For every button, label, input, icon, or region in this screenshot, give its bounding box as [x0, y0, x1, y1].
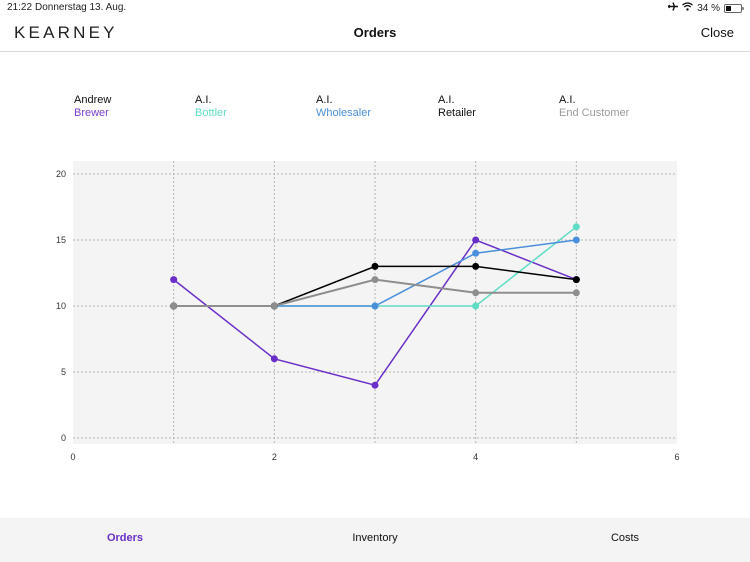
x-tick-label: 6	[674, 452, 679, 462]
close-button[interactable]: Close	[701, 25, 734, 40]
legend-item-end-customer: A.I. End Customer	[559, 94, 629, 120]
data-point-brewer	[170, 276, 178, 284]
legend-item-wholesaler: A.I. Wholesaler	[316, 94, 371, 120]
status-time: 21:22	[7, 2, 33, 13]
data-point-bottler	[472, 302, 480, 310]
nav-bar: KEARNEY Orders Close	[0, 16, 750, 52]
data-point-end-customer	[170, 302, 178, 310]
legend-role: Bottler	[195, 107, 227, 119]
data-point-end-customer	[371, 276, 379, 284]
data-point-wholesaler	[371, 302, 379, 310]
legend-role: Retailer	[438, 107, 476, 119]
data-point-retailer	[572, 276, 580, 284]
legend-owner: A.I.	[316, 94, 333, 106]
y-tick-label: 10	[56, 301, 66, 311]
y-tick-label: 15	[56, 235, 66, 245]
status-bar: 21:22 Donnerstag 13. Aug. 34 %	[0, 0, 750, 16]
battery-percent: 34 %	[697, 2, 720, 14]
tab-costs[interactable]: Costs	[611, 532, 639, 544]
data-point-brewer	[472, 236, 480, 244]
legend-item-bottler: A.I. Bottler	[195, 94, 227, 120]
logo: KEARNEY	[14, 23, 118, 42]
tab-bar: Orders Inventory Costs	[0, 518, 750, 562]
orders-chart: 0 5 10 15 20 0 2 4 6	[0, 150, 750, 470]
data-point-bottler	[572, 223, 580, 231]
legend-role: Wholesaler	[316, 107, 372, 119]
wifi-icon	[682, 2, 694, 14]
x-tick-label: 0	[70, 452, 75, 462]
legend-role: End Customer	[559, 107, 630, 119]
legend-item-retailer: A.I. Retailer	[438, 94, 476, 120]
orders-line-chart: 0 5 10 15 20 0 2 4 6	[56, 161, 680, 462]
data-point-end-customer	[572, 289, 580, 297]
y-tick-label: 0	[61, 433, 66, 443]
data-point-wholesaler	[472, 249, 480, 257]
y-tick-label: 5	[61, 367, 66, 377]
battery-icon	[724, 3, 744, 13]
tab-inventory[interactable]: Inventory	[352, 532, 397, 544]
data-point-retailer	[371, 262, 379, 270]
legend-owner: A.I.	[559, 94, 576, 106]
data-point-brewer	[371, 381, 379, 389]
y-tick-label: 20	[56, 169, 66, 179]
legend-owner: A.I.	[195, 94, 212, 106]
airplane-icon	[668, 2, 679, 14]
x-tick-label: 4	[473, 452, 478, 462]
status-date: Donnerstag 13. Aug.	[35, 2, 127, 13]
legend-role: Brewer	[74, 107, 109, 119]
status-indicators: 34 %	[668, 2, 744, 14]
x-tick-label: 2	[272, 452, 277, 462]
chart-legend: Andrew Brewer A.I. Bottler A.I. Wholesal…	[0, 94, 750, 124]
tab-orders[interactable]: Orders	[107, 532, 143, 544]
data-point-brewer	[270, 355, 278, 363]
legend-item-brewer: Andrew Brewer	[74, 94, 111, 120]
data-point-end-customer	[472, 289, 480, 297]
data-point-wholesaler	[572, 236, 580, 244]
data-point-retailer	[472, 262, 480, 270]
legend-owner: Andrew	[74, 94, 112, 106]
data-point-end-customer	[270, 302, 278, 310]
legend-owner: A.I.	[438, 94, 455, 106]
